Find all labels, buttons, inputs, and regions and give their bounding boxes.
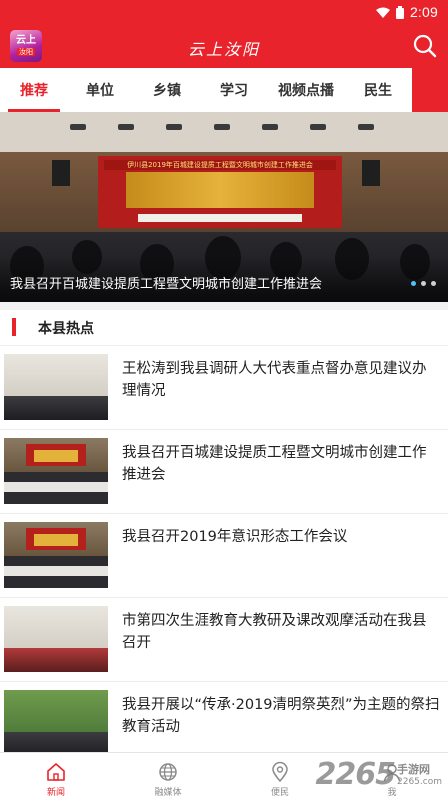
news-title: 我县召开2019年意识形态工作会议 [122,529,348,545]
news-thumbnail [4,354,108,420]
bottom-nav: 新闻 融媒体 便民 我 [0,752,448,800]
section-accent-bar [12,318,16,336]
news-title: 我县开展以“传承·2019清明祭英烈”为主题的祭扫教育活动 [122,697,440,735]
tab-label: 视频点播 [278,83,334,99]
news-list: 王松涛到我县调研人大代表重点督办意见建议办理情况 我县召开百城建设提质工程暨文明… [0,346,448,766]
carousel-indicator [411,281,436,286]
battery-icon [395,5,404,19]
app-header: 云上 汝阳 云上汝阳 [0,24,448,68]
banner-carousel[interactable]: 伊川县2019年百城建设提质工程暨文明城市创建工作推进会 我县召开百城建设提质工… [0,112,448,302]
banner-photo-ceiling [0,112,448,152]
tab-label: 民生 [364,83,392,99]
nav-convenience[interactable]: 便民 [224,753,336,800]
tab-label: 学习 [220,83,248,99]
speaker-left [52,160,70,186]
news-item[interactable]: 市第四次生涯教育大教研及课改观摩活动在我县召开 [0,598,448,682]
tab-recommend[interactable]: 推荐 [0,68,68,112]
status-bar: 2:09 [0,0,448,24]
banner-photo-stage: 伊川县2019年百城建设提质工程暨文明城市创建工作推进会 [98,156,342,228]
nav-news[interactable]: 新闻 [0,753,112,800]
news-title: 我县召开百城建设提质工程暨文明城市创建工作推进会 [122,445,427,483]
tab-label: 推荐 [20,83,48,99]
news-title: 市第四次生涯教育大教研及课改观摩活动在我县召开 [122,613,427,651]
nav-media[interactable]: 融媒体 [112,753,224,800]
wifi-icon [375,7,390,18]
news-thumbnail [4,438,108,504]
news-item[interactable]: 王松涛到我县调研人大代表重点督办意见建议办理情况 [0,346,448,430]
nav-label: 融媒体 [154,788,182,798]
carousel-dot-active [411,281,416,286]
tab-more-edge[interactable] [412,68,448,112]
news-item[interactable]: 我县召开2019年意识形态工作会议 [0,514,448,598]
status-time: 2:09 [409,4,438,20]
carousel-dot [421,281,426,286]
user-icon [383,764,401,782]
location-pin-icon [272,761,288,783]
tab-units[interactable]: 单位 [68,68,132,112]
banner-caption: 我县召开百城建设提质工程暨文明城市创建工作推进会 [10,277,323,292]
carousel-dot [431,281,436,286]
speaker-right [362,160,380,186]
nav-me[interactable]: 我 [336,753,448,800]
section-title: 本县热点 [38,321,94,337]
nav-label: 新闻 [46,788,65,798]
news-thumbnail [4,606,108,672]
news-item[interactable]: 我县召开百城建设提质工程暨文明城市创建工作推进会 [0,430,448,514]
stage-banner-text: 伊川县2019年百城建设提质工程暨文明城市创建工作推进会 [104,160,336,170]
home-icon [47,763,65,781]
search-icon[interactable] [412,33,438,59]
tab-label: 乡镇 [153,83,181,99]
app-title: 云上汝阳 [187,40,260,59]
tab-bar: 推荐 单位 乡镇 学习 视频点播 民生 [0,68,412,112]
tab-label: 单位 [86,83,114,99]
tab-livelihood[interactable]: 民生 [346,68,410,112]
section-header: 本县热点 [0,310,448,346]
news-title: 王松涛到我县调研人大代表重点督办意见建议办理情况 [122,361,427,399]
tab-study[interactable]: 学习 [202,68,266,112]
news-thumbnail [4,690,108,756]
globe-icon [159,763,177,781]
nav-label: 我 [387,788,397,798]
tab-towns[interactable]: 乡镇 [132,68,202,112]
tab-video-on-demand[interactable]: 视频点播 [266,68,346,112]
news-thumbnail [4,522,108,588]
divider [0,302,448,310]
nav-label: 便民 [270,788,289,798]
